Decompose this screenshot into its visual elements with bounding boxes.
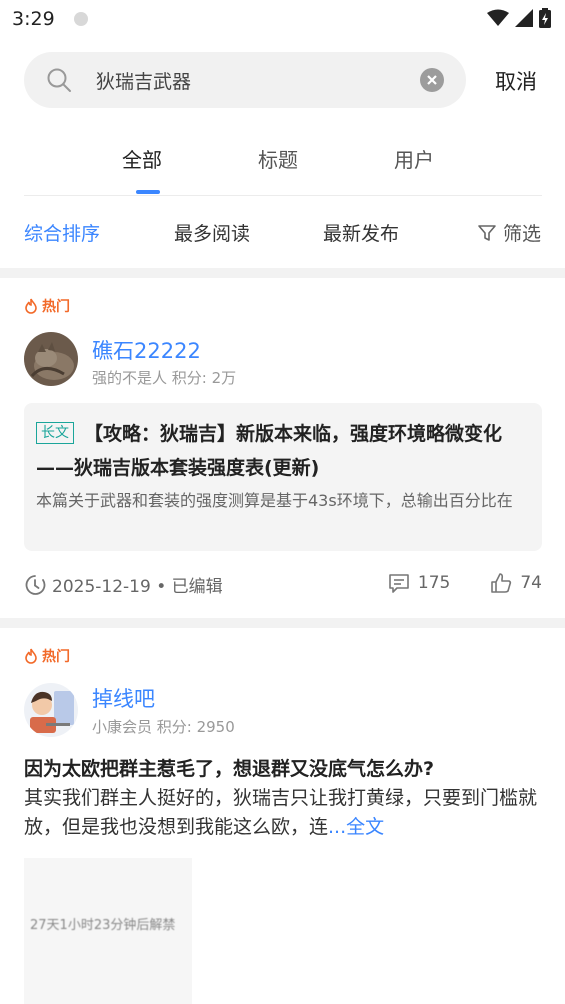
notification-dot-icon	[74, 12, 88, 26]
flame-icon	[25, 298, 37, 314]
cancel-button[interactable]: 取消	[495, 66, 537, 96]
filter-icon	[478, 224, 496, 241]
user-meta: 强的不是人 积分: 2万	[92, 369, 237, 387]
cartoon-avatar-icon	[24, 683, 78, 737]
like-count[interactable]: 74	[490, 572, 542, 594]
clock-icon	[25, 574, 46, 595]
cell-signal-icon	[515, 9, 533, 27]
tab-all[interactable]: 全部	[122, 144, 162, 173]
post-card[interactable]: 热门 礁石22222 强的不是人 积分: 2万 长文 【攻略：狄瑞吉】新版本来临，…	[0, 278, 565, 618]
filter-button[interactable]: 筛选	[477, 219, 541, 246]
post-date: 2025-12-19 • 已编辑	[24, 572, 223, 597]
clear-icon[interactable]	[420, 68, 444, 92]
article-summary: 本篇关于武器和套装的强度测算是基于43s环境下，总输出百分比在	[36, 491, 513, 510]
username[interactable]: 掉线吧	[92, 683, 155, 713]
post-stats: 175 74	[388, 572, 542, 594]
result-tabs: 全部 标题 用户	[24, 128, 542, 196]
username[interactable]: 礁石22222	[92, 335, 201, 365]
comment-count-text: 175	[417, 573, 451, 593]
section-divider	[0, 618, 565, 628]
status-icons	[487, 8, 551, 28]
like-count-text: 74	[520, 573, 542, 593]
avatar[interactable]	[24, 332, 78, 386]
hot-tag: 热门	[24, 646, 70, 666]
sort-bar: 综合排序 最多阅读 最新发布 筛选	[0, 210, 565, 254]
post-image[interactable]: 27天1小时23分钟后解禁	[24, 858, 192, 1004]
wifi-icon	[487, 9, 509, 26]
user-meta: 小康会员 积分: 2950	[92, 718, 235, 736]
filter-label: 筛选	[502, 223, 541, 245]
status-bar: 3:29	[0, 0, 565, 40]
search-row: 狄瑞吉武器 取消	[0, 52, 565, 110]
search-box[interactable]: 狄瑞吉武器	[24, 52, 466, 108]
long-article-badge: 长文	[36, 422, 74, 444]
post-title[interactable]: 因为太欧把群主惹毛了，想退群又没底气怎么办?	[24, 754, 542, 781]
section-divider	[0, 268, 565, 278]
post-body-text: 其实我们群主人挺好的，狄瑞吉只让我打黄绿，只要到门槛就放，但是我也没想到我能这么…	[24, 787, 538, 838]
post-image-caption: 27天1小时23分钟后解禁	[30, 918, 176, 933]
thumbs-up-icon	[491, 573, 512, 593]
post-meta: 2025-12-19 • 已编辑 175 74	[24, 570, 542, 600]
tab-user[interactable]: 用户	[394, 144, 434, 173]
cat-avatar-icon	[24, 332, 78, 386]
article-card[interactable]: 长文 【攻略：狄瑞吉】新版本来临，强度环境略微变化——狄瑞吉版本套装强度表(更新)…	[24, 403, 542, 551]
comment-icon	[389, 574, 409, 593]
sort-most-read[interactable]: 最多阅读	[174, 219, 250, 246]
avatar[interactable]	[24, 683, 78, 737]
comment-count[interactable]: 175	[388, 572, 450, 594]
article-title-text: 【攻略：狄瑞吉】新版本来临，强度环境略微变化——狄瑞吉版本套装强度表(更新)	[36, 423, 503, 479]
battery-icon	[539, 8, 551, 28]
sort-newest[interactable]: 最新发布	[323, 219, 399, 246]
post-body[interactable]: 其实我们群主人挺好的，狄瑞吉只让我打黄绿，只要到门槛就放，但是我也没想到我能这么…	[24, 784, 544, 842]
flame-icon	[25, 648, 37, 664]
status-time: 3:29	[12, 8, 55, 30]
read-more-link[interactable]: ...全文	[328, 816, 384, 838]
active-tab-indicator	[136, 190, 160, 194]
sort-comprehensive[interactable]: 综合排序	[24, 219, 100, 246]
search-icon	[47, 68, 71, 92]
tab-title[interactable]: 标题	[258, 144, 298, 173]
hot-tag: 热门	[24, 296, 70, 316]
hot-label: 热门	[42, 299, 70, 315]
post-date-text: 2025-12-19 • 已编辑	[52, 577, 223, 597]
article-title: 长文 【攻略：狄瑞吉】新版本来临，强度环境略微变化——狄瑞吉版本套装强度表(更新)	[36, 417, 532, 485]
hot-label: 热门	[42, 649, 70, 665]
search-input[interactable]: 狄瑞吉武器	[96, 67, 191, 94]
